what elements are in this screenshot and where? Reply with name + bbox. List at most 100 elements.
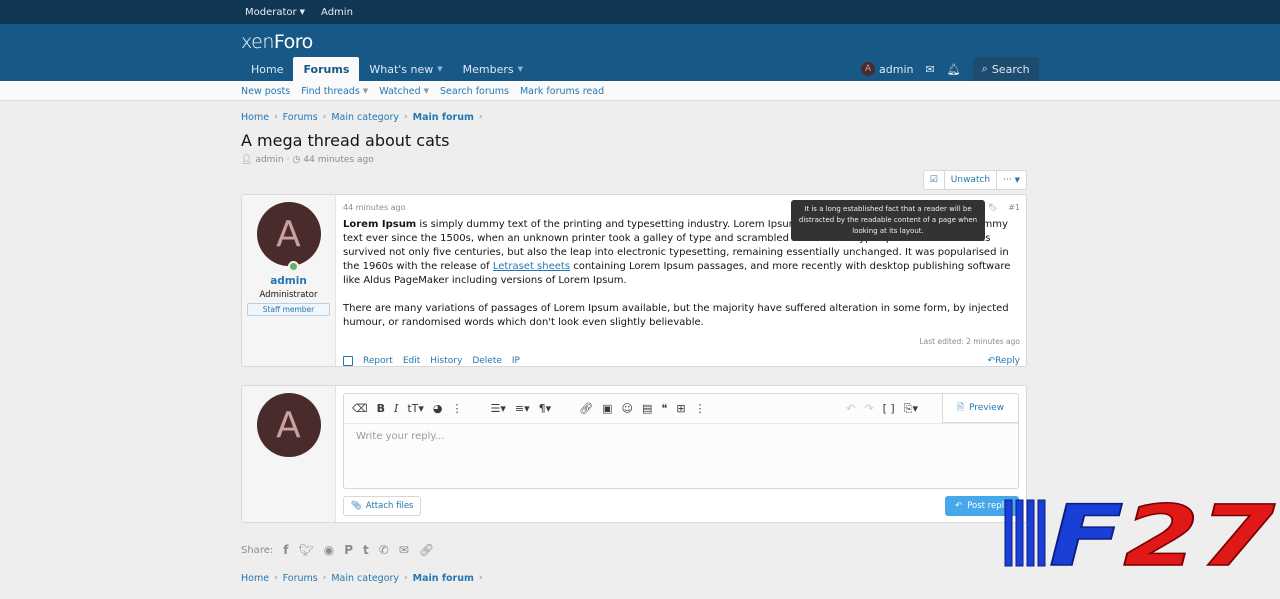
watermark-logo: F27 [1004, 492, 1276, 570]
chevron-right-icon: › [322, 112, 327, 122]
reply-editor: ⌫ B I tT▾ ◕ ⋮ ☰▾ ≡▾ ¶▾ 🔗︎ ▣ ☺ ▤ ❝ ⊞ ⋮ ↶ … [336, 386, 1026, 522]
breadcrumb-forum[interactable]: Main forum [413, 573, 474, 584]
avatar[interactable]: A [256, 393, 321, 457]
reply-textarea[interactable]: Write your reply... [344, 424, 1018, 449]
unwatch-button[interactable]: Unwatch [943, 171, 996, 189]
search-button[interactable]: ⌕ Search [972, 57, 1039, 81]
caret-down-icon: ▼ [299, 8, 306, 16]
more-vertical-icon[interactable]: ⋮ [451, 402, 462, 415]
thread-author[interactable]: admin [255, 155, 283, 165]
media-icon[interactable]: ▤ [642, 402, 652, 415]
caret-down-icon: ▼ [1014, 176, 1020, 184]
thread-time[interactable]: 44 minutes ago [303, 155, 373, 165]
nav-tab-home[interactable]: Home [241, 57, 293, 81]
link-label: Mark forums read [519, 85, 605, 97]
editor-box: ⌫ B I tT▾ ◕ ⋮ ☰▾ ≡▾ ¶▾ 🔗︎ ▣ ☺ ▤ ❝ ⊞ ⋮ ↶ … [343, 393, 1019, 489]
italic-icon[interactable]: I [394, 402, 398, 415]
bold-icon[interactable]: B [377, 402, 385, 415]
list-icon[interactable]: ☰▾ [490, 402, 505, 415]
quick-reply: A ⌫ B I tT▾ ◕ ⋮ ☰▾ ≡▾ ¶▾ 🔗︎ ▣ ☺ ▤ ❝ ⊞ ⋮ … [241, 385, 1027, 523]
search-label: Search [991, 62, 1030, 76]
select-post-checkbox[interactable] [343, 356, 353, 366]
avatar[interactable]: A [256, 202, 321, 272]
logo-part-b: Foro [273, 31, 313, 53]
align-icon[interactable]: ≡▾ [515, 402, 530, 415]
attach-files-button[interactable]: 📎︎ Attach files [343, 496, 422, 516]
share-bar: Share: f 🐦︎ ◉ P t ✆ ✉ 🔗︎ [241, 543, 1027, 557]
mark-forums-read-link[interactable]: Mark forums read [520, 86, 604, 97]
post-paragraph: There are many variations of passages of… [343, 303, 1009, 328]
eraser-icon[interactable]: ⌫ [352, 402, 368, 415]
more-options-button[interactable]: ··· ▼ [996, 171, 1026, 189]
more-vertical-icon[interactable]: ⋮ [695, 402, 706, 415]
pinterest-icon[interactable]: P [344, 543, 353, 557]
report-button[interactable]: Report [363, 356, 393, 366]
edit-button[interactable]: Edit [403, 356, 420, 366]
watched-link[interactable]: Watched ▼ [379, 86, 429, 97]
image-icon[interactable]: ▣ [602, 402, 612, 415]
email-icon[interactable]: ✉ [399, 543, 409, 557]
clock-icon: ◷ [292, 155, 301, 165]
facebook-icon[interactable]: f [283, 543, 288, 557]
ip-button[interactable]: IP [512, 356, 520, 366]
alerts-button[interactable]: 🔔︎ [941, 57, 967, 81]
post-link[interactable]: Letraset sheets [493, 261, 570, 272]
search-forums-link[interactable]: Search forums [440, 86, 509, 97]
nav-tab-whats-new[interactable]: What's new ▼ [359, 57, 452, 81]
paragraph-icon[interactable]: ¶▾ [539, 402, 552, 415]
breadcrumb-category[interactable]: Main category [331, 573, 399, 584]
link-icon[interactable]: 🔗︎ [579, 402, 593, 415]
reddit-icon[interactable]: ◉ [324, 543, 334, 557]
breadcrumb-forums[interactable]: Forums [283, 112, 318, 123]
watermark-text: F27 [1049, 492, 1276, 570]
bookmark-icon[interactable]: 🔖︎ [988, 203, 998, 212]
breadcrumb-home[interactable]: Home [241, 573, 269, 584]
select-thread-button[interactable]: ☑ [924, 171, 944, 189]
breadcrumb-forums[interactable]: Forums [283, 573, 318, 584]
whatsapp-icon[interactable]: ✆ [379, 543, 389, 557]
inbox-button[interactable]: ✉ [919, 57, 940, 81]
text-size-icon[interactable]: tT▾ [407, 402, 424, 415]
undo-icon[interactable]: ↶ [846, 402, 855, 415]
reply-button[interactable]: ↶Reply [988, 356, 1020, 366]
drafts-icon[interactable]: ⎘▾ [904, 402, 918, 416]
quote-icon[interactable]: ❝ [661, 402, 667, 415]
link-icon[interactable]: 🔗︎ [419, 543, 434, 557]
post-time[interactable]: 44 minutes ago [343, 203, 406, 212]
breadcrumb-bottom: Home › Forums › Main category › Main forum › [241, 571, 1027, 585]
palette-icon[interactable]: ◕ [433, 402, 443, 415]
twitter-icon[interactable]: 🐦︎ [298, 543, 313, 557]
breadcrumb-home[interactable]: Home [241, 112, 269, 123]
site-logo[interactable]: xenForo [241, 31, 313, 53]
bell-icon: 🔔︎ [946, 62, 961, 76]
admin-link[interactable]: Admin [321, 7, 353, 18]
caret-down-icon[interactable]: ▼ [437, 65, 442, 73]
redo-icon[interactable]: ↷ [864, 402, 873, 415]
post-author[interactable]: admin [270, 275, 307, 287]
breadcrumb-category[interactable]: Main category [331, 112, 399, 123]
table-icon[interactable]: ⊞ [676, 402, 685, 415]
smiley-icon[interactable]: ☺ [622, 402, 633, 415]
find-threads-link[interactable]: Find threads ▼ [301, 86, 368, 97]
header-user-area: Aadmin ✉ 🔔︎ ⌕ Search [855, 57, 1039, 81]
nav-tab-forums[interactable]: Forums [293, 57, 360, 81]
tumblr-icon[interactable]: t [363, 543, 369, 557]
preview-button[interactable]: 🗎︎ Preview [941, 393, 1019, 423]
nav-tab-label: Members [462, 62, 514, 76]
breadcrumb-forum[interactable]: Main forum [413, 112, 474, 123]
link-label: Search forums [440, 85, 509, 97]
editor-footer: 📎︎ Attach files ↶ Post reply [343, 496, 1019, 516]
history-button[interactable]: History [430, 356, 462, 366]
bbcode-icon[interactable]: [ ] [883, 402, 895, 415]
sub-nav: New posts Find threads ▼ Watched ▼ Search … [0, 81, 1280, 101]
post-number[interactable]: #1 [1008, 203, 1020, 212]
caret-down-icon[interactable]: ▼ [518, 65, 523, 73]
staff-bar: Moderator ▼ Admin [0, 0, 1280, 24]
moderator-menu[interactable]: Moderator ▼ [245, 7, 305, 18]
nav-tab-members[interactable]: Members ▼ [453, 57, 533, 81]
tooltip: It is a long established fact that a rea… [791, 200, 985, 241]
thread-actions: ☑ Unwatch ··· ▼ [241, 170, 1027, 190]
delete-button[interactable]: Delete [472, 356, 502, 366]
account-link[interactable]: Aadmin [855, 57, 919, 81]
new-posts-link[interactable]: New posts [241, 86, 290, 97]
